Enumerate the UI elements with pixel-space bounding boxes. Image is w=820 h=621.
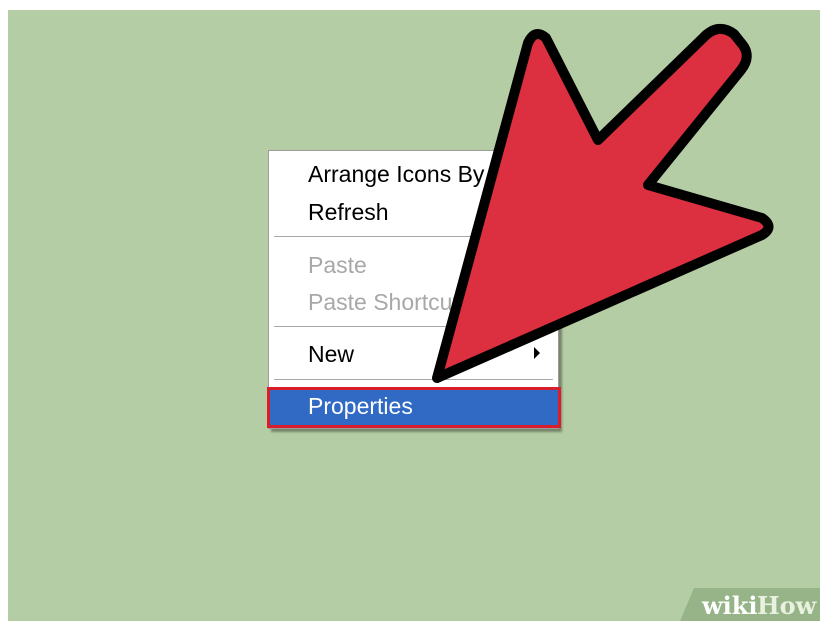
pointer-arrow-icon bbox=[432, 23, 774, 383]
watermark-how-text: How bbox=[757, 591, 817, 620]
watermark-wiki-text: wiki bbox=[702, 591, 758, 620]
